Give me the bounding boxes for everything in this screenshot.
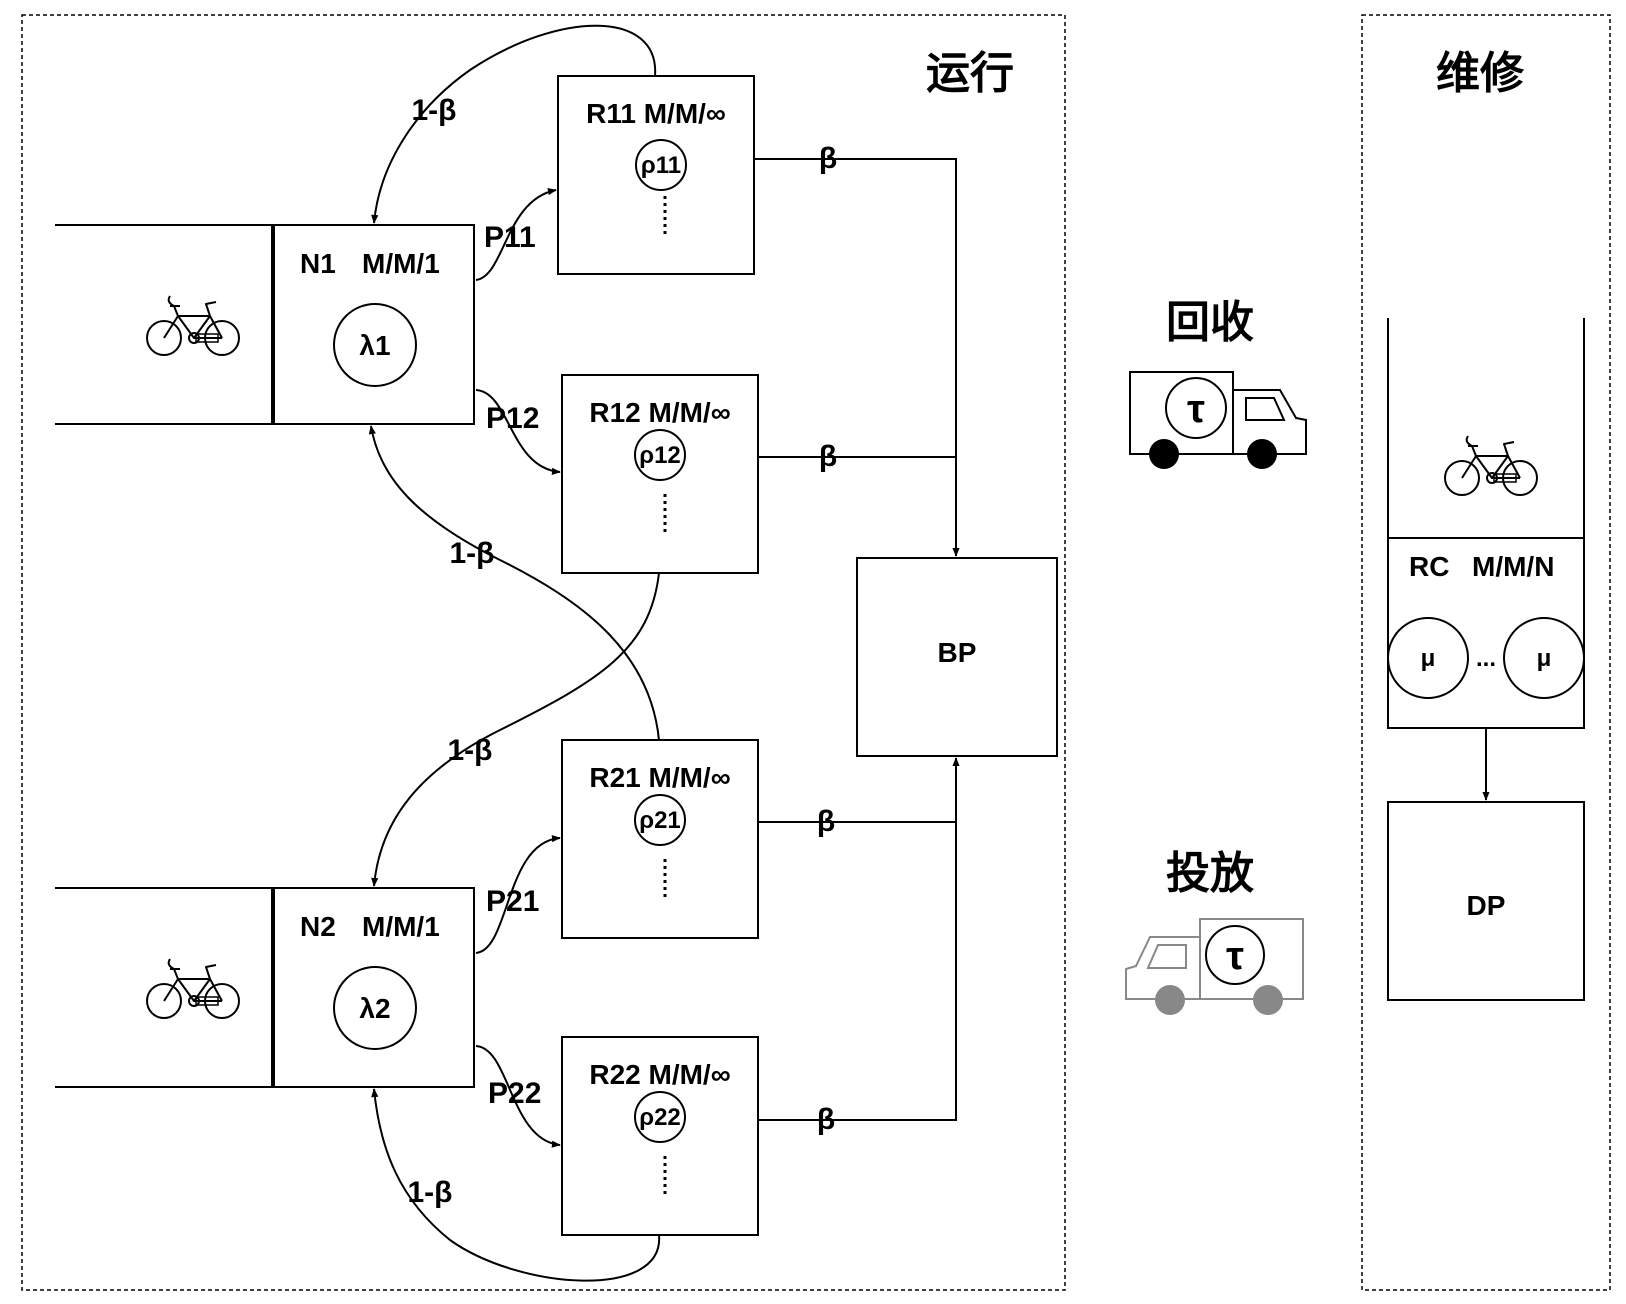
p22-label: P22	[488, 1077, 541, 1110]
recycle-truck-icon: τ	[1129, 371, 1307, 469]
dp-label: DP	[1467, 890, 1506, 921]
n1-label: N1	[300, 248, 336, 279]
deploy-title: 投放	[1166, 848, 1254, 899]
rc-queue: RC M/M/N μ μ ...	[1387, 318, 1585, 729]
r21-label: R21 M/M/∞	[589, 762, 730, 793]
r22-node: R22 M/M/∞ ρ22	[561, 1036, 759, 1236]
deploy-truck-icon: τ	[1125, 918, 1304, 1015]
operation-title: 运行	[926, 48, 1014, 99]
rc-server-ellipsis: ...	[1476, 645, 1496, 672]
n2-label: N2	[300, 911, 336, 942]
r22-bp-edge	[758, 822, 957, 1121]
n1-model: M/M/1	[362, 248, 440, 279]
r11-bp-edge	[754, 158, 960, 557]
bp-label: BP	[938, 637, 977, 668]
r22-rate: ρ22	[639, 1104, 681, 1131]
r12-label: R12 M/M/∞	[589, 397, 730, 428]
n1-rate: λ1	[359, 330, 390, 361]
n2-rate: λ2	[359, 993, 390, 1024]
bicycle-icon	[146, 958, 240, 1019]
r11-rate: ρ11	[641, 152, 681, 179]
bicycle-icon	[1444, 435, 1538, 496]
one-minus-beta-label-upper: 1-β	[450, 537, 495, 570]
rc-model: M/M/N	[1472, 551, 1554, 582]
n2-queue: N2 M/M/1 λ2	[55, 887, 475, 1088]
rc-server-1-rate: μ	[1421, 645, 1436, 672]
rc-server-n-rate: μ	[1537, 645, 1552, 672]
r21-bp-edge	[758, 757, 960, 823]
r22-label: R22 M/M/∞	[589, 1059, 730, 1090]
beta-label-r22: β	[817, 1103, 835, 1136]
r11-label: R11 M/M/∞	[586, 98, 726, 129]
n2-model: M/M/1	[362, 911, 440, 942]
r11-node: R11 M/M/∞ ρ11	[557, 75, 755, 275]
p11-label: P11	[484, 221, 536, 254]
beta-label-r12: β	[819, 440, 837, 473]
p12-label: P12	[486, 402, 539, 435]
rc-label: RC	[1409, 551, 1449, 582]
deploy-truck-time: τ	[1226, 934, 1244, 978]
r21-node: R21 M/M/∞ ρ21	[561, 739, 759, 939]
queueing-network-diagram: 运行 维修 回收 投放 N1 M/M/1 λ1 N2 M/M/1 λ2 R11 …	[21, 14, 1611, 1291]
p21-label: P21	[486, 885, 539, 918]
r21-rate: ρ21	[639, 807, 681, 834]
n1-queue: N1 M/M/1 λ1	[55, 224, 475, 425]
maintenance-title: 维修	[1436, 48, 1525, 99]
beta-label-r11: β	[819, 142, 837, 175]
r12-node: R12 M/M/∞ ρ12	[561, 374, 759, 574]
one-minus-beta-label-bottom: 1-β	[408, 1176, 453, 1209]
r12-rate: ρ12	[639, 442, 681, 469]
bicycle-icon	[146, 295, 240, 356]
one-minus-beta-label-top: 1-β	[412, 94, 457, 127]
beta-label-r21: β	[817, 805, 835, 838]
recycle-truck-time: τ	[1187, 387, 1205, 431]
one-minus-beta-label-lower: 1-β	[448, 734, 493, 767]
recycle-title: 回收	[1166, 297, 1254, 348]
